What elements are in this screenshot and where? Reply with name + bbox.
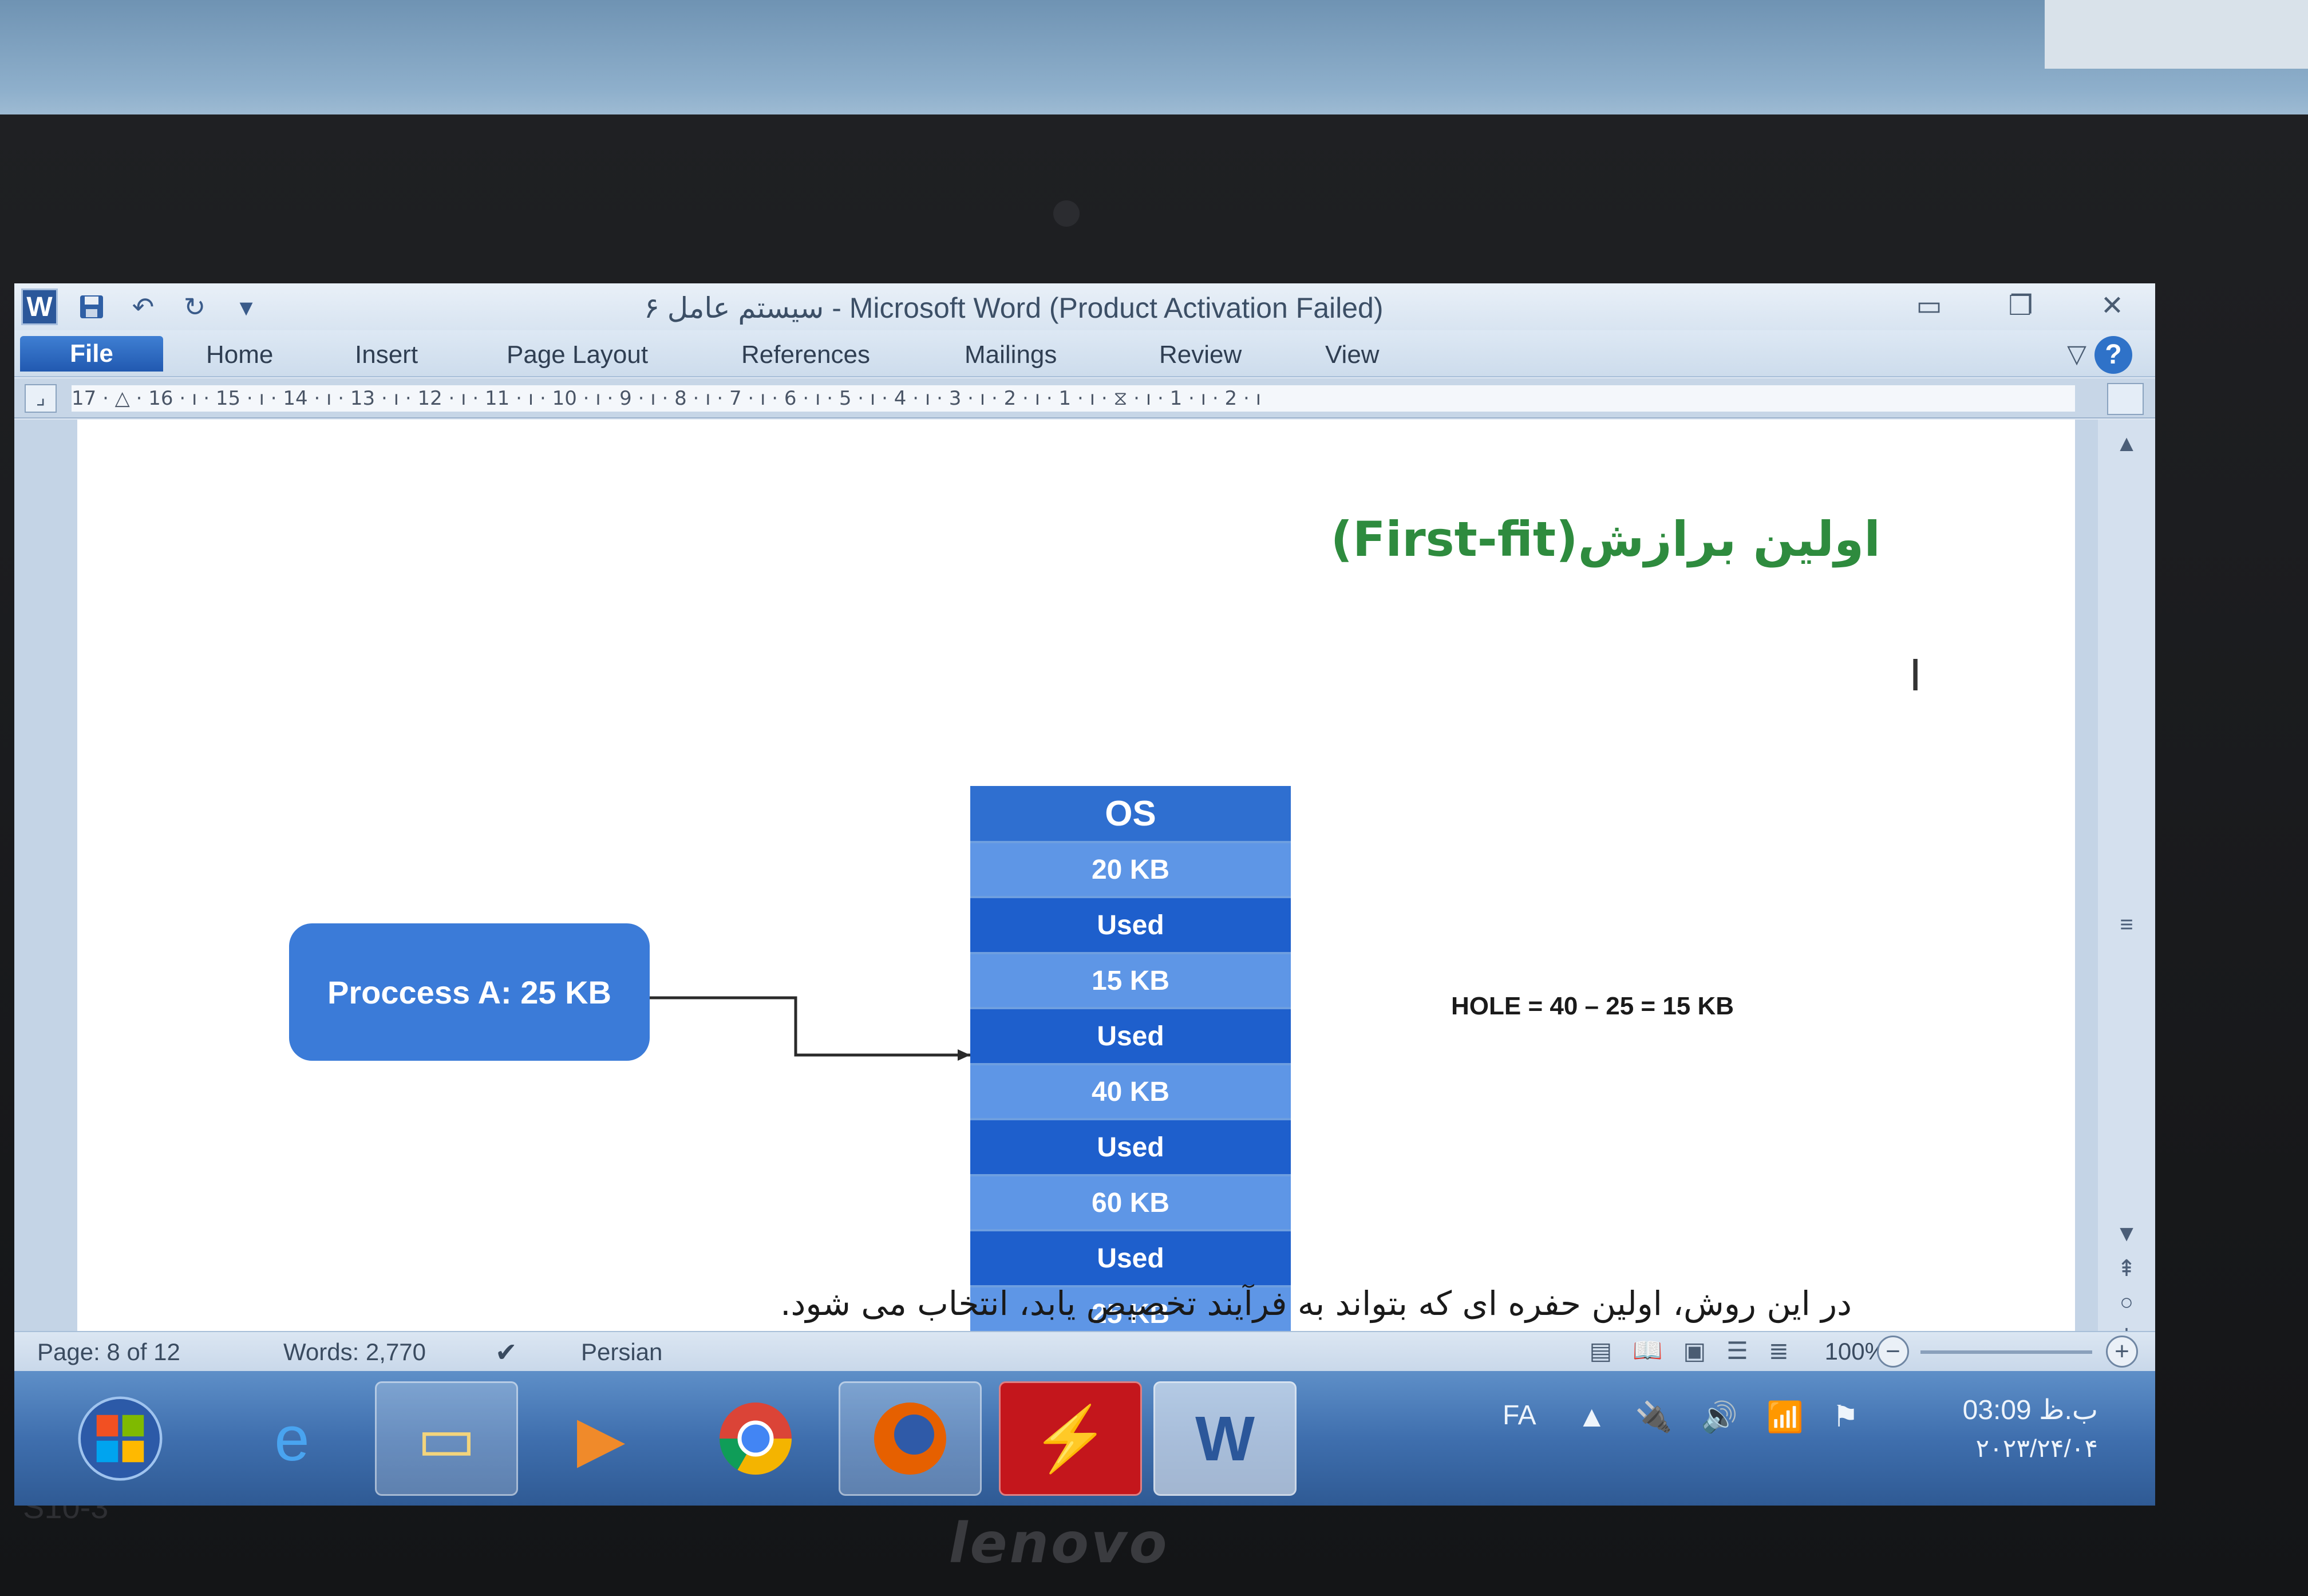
ruler: ⌟ 17 · △ · 16 · ı · 15 · ı · 14 · ı · 13… [14, 378, 2155, 418]
page-count[interactable]: Page: 8 of 12 [37, 1338, 180, 1366]
window-controls: ▭ ❐ ✕ [1909, 288, 2132, 323]
memory-stack: OS 20 KB Used 15 KB Used 40 KB Used 60 K… [970, 786, 1291, 1347]
window-title: سیستم عامل ۶ - Microsoft Word (Product A… [644, 292, 1384, 324]
word-count[interactable]: Words: 2,770 [283, 1338, 426, 1366]
start-button-icon[interactable] [49, 1381, 192, 1496]
webcam [1053, 200, 1080, 227]
scroll-thumb[interactable]: ≡ [2109, 912, 2144, 941]
file-explorer-icon[interactable]: ▭ [375, 1381, 518, 1496]
tab-review[interactable]: Review [1159, 337, 1242, 373]
zoom-slider[interactable] [1920, 1350, 2092, 1354]
print-layout-icon[interactable]: ▤ [1589, 1337, 1612, 1365]
scroll-down-icon[interactable]: ▼ [2109, 1221, 2144, 1250]
network-icon[interactable]: 📶 [1766, 1400, 1804, 1435]
select-browse-object-icon[interactable]: ○ [2109, 1290, 2144, 1318]
ribbon-tabs: File Home Insert Page Layout References … [14, 330, 2155, 377]
volume-icon[interactable]: 🔊 [1701, 1400, 1738, 1435]
process-box: Proccess A: 25 KB [289, 923, 650, 1061]
close-button[interactable]: ✕ [2092, 288, 2132, 323]
redo-icon[interactable]: ↻ [177, 289, 212, 325]
brand-logo: lenovo [949, 1511, 1169, 1575]
status-bar: Page: 8 of 12 Words: 2,770 ✔ Persian ▤ 📖… [14, 1331, 2155, 1371]
undo-icon[interactable]: ↶ [125, 289, 161, 325]
word-taskbar-icon[interactable]: W [1153, 1381, 1297, 1496]
media-player-icon[interactable]: ▶ [529, 1381, 673, 1496]
draft-icon[interactable]: ≣ [1769, 1337, 1789, 1365]
background-paper [2045, 0, 2308, 69]
system-tray: FA ▲ 🔌 🔊 📶 ⚑ ب.ظ 03:09 ۲۰۲۳/۲۴/۰۴ [1491, 1394, 2121, 1486]
power-icon[interactable]: 🔌 [1635, 1400, 1672, 1435]
minimize-button[interactable]: ▭ [1909, 288, 1949, 323]
clock-date[interactable]: ۲۰۲۳/۲۴/۰۴ [1975, 1434, 2098, 1463]
body-paragraph: در این روش، اولین حفره ای که بتواند به ف… [780, 1284, 1852, 1323]
tab-references[interactable]: References [741, 337, 870, 373]
restore-button[interactable]: ❐ [2001, 288, 2041, 323]
memory-block-hole: 15 KB [970, 954, 1291, 1009]
memory-block-used: Used [970, 1120, 1291, 1176]
scroll-up-icon[interactable]: ▲ [2109, 431, 2144, 460]
customize-icon[interactable]: ▾ [228, 289, 264, 325]
memory-block-hole: 60 KB [970, 1176, 1291, 1231]
view-buttons: ▤ 📖 ▣ ☰ ≣ [1589, 1337, 1789, 1365]
outline-icon[interactable]: ☰ [1726, 1337, 1748, 1365]
minimize-ribbon-icon[interactable]: ▽ [2067, 339, 2086, 369]
action-center-flag-icon[interactable]: ⚑ [1832, 1400, 1859, 1435]
full-screen-reading-icon[interactable]: 📖 [1633, 1337, 1662, 1365]
memory-block-hole: 40 KB [970, 1065, 1291, 1120]
tab-mailings[interactable]: Mailings [965, 337, 1057, 373]
web-layout-icon[interactable]: ▣ [1683, 1337, 1706, 1365]
title-bar: W ↶ ↻ ▾ سیستم عامل ۶ - Microsoft Word (P… [14, 283, 2155, 330]
internet-explorer-icon[interactable]: e [220, 1381, 363, 1496]
language-bar[interactable]: FA [1503, 1400, 1536, 1431]
zoom-out-icon[interactable]: − [1877, 1336, 1909, 1368]
tab-view[interactable]: View [1325, 337, 1380, 373]
zoom-in-icon[interactable]: + [2106, 1336, 2138, 1368]
word-app-icon[interactable]: W [21, 289, 58, 325]
document-page[interactable]: اولین برازش(First-fit) Proccess A: 25 KB… [77, 420, 2075, 1353]
memory-block-used: Used [970, 1009, 1291, 1065]
horizontal-ruler[interactable]: 17 · △ · 16 · ı · 15 · ı · 14 · ı · 13 ·… [72, 385, 2075, 412]
memory-block-used: Used [970, 1231, 1291, 1287]
view-ruler-icon[interactable] [2107, 383, 2144, 415]
firefox-icon[interactable] [839, 1381, 982, 1496]
tab-file[interactable]: File [20, 336, 163, 372]
clock-time[interactable]: ب.ظ 03:09 [1963, 1394, 2098, 1426]
quick-access-toolbar: W ↶ ↻ ▾ [14, 283, 264, 330]
tab-home[interactable]: Home [206, 337, 273, 373]
previous-page-icon[interactable]: ⇞ [2109, 1255, 2144, 1284]
tab-page-layout[interactable]: Page Layout [507, 337, 648, 373]
hole-calculation: HOLE = 40 – 25 = 15 KB [1451, 992, 1734, 1020]
ibeam-cursor-icon: I [1909, 649, 1922, 700]
screen: W ↶ ↻ ▾ سیستم عامل ۶ - Microsoft Word (P… [14, 283, 2155, 1506]
chrome-icon[interactable] [684, 1381, 827, 1496]
memory-block-used: Used [970, 898, 1291, 954]
proofing-icon[interactable]: ✔ [495, 1338, 517, 1366]
memory-block-hole: 20 KB [970, 843, 1291, 898]
taskbar: e ▭ ▶ ⚡ W FA ▲ 🔌 🔊 📶 ⚑ ب.ظ 03:09 ۲۰۲۳/۲۴… [14, 1371, 2155, 1506]
language-indicator[interactable]: Persian [581, 1338, 662, 1366]
show-hidden-icons-icon[interactable]: ▲ [1577, 1400, 1606, 1435]
background-wall [0, 0, 2308, 132]
vertical-scrollbar[interactable]: ▲ ≡ ▼ ⇞ ○ ⇟ [2098, 420, 2155, 1370]
save-icon[interactable] [74, 289, 109, 325]
help-icon[interactable]: ? [2094, 336, 2132, 374]
tray-icons: ▲ 🔌 🔊 📶 ⚑ [1577, 1400, 1859, 1435]
acrobat-reader-icon[interactable]: ⚡ [999, 1381, 1142, 1496]
memory-block-os: OS [970, 786, 1291, 843]
tab-selector-icon[interactable]: ⌟ [25, 384, 57, 413]
document-area: اولین برازش(First-fit) Proccess A: 25 KB… [14, 420, 2155, 1376]
tab-insert[interactable]: Insert [355, 337, 418, 373]
